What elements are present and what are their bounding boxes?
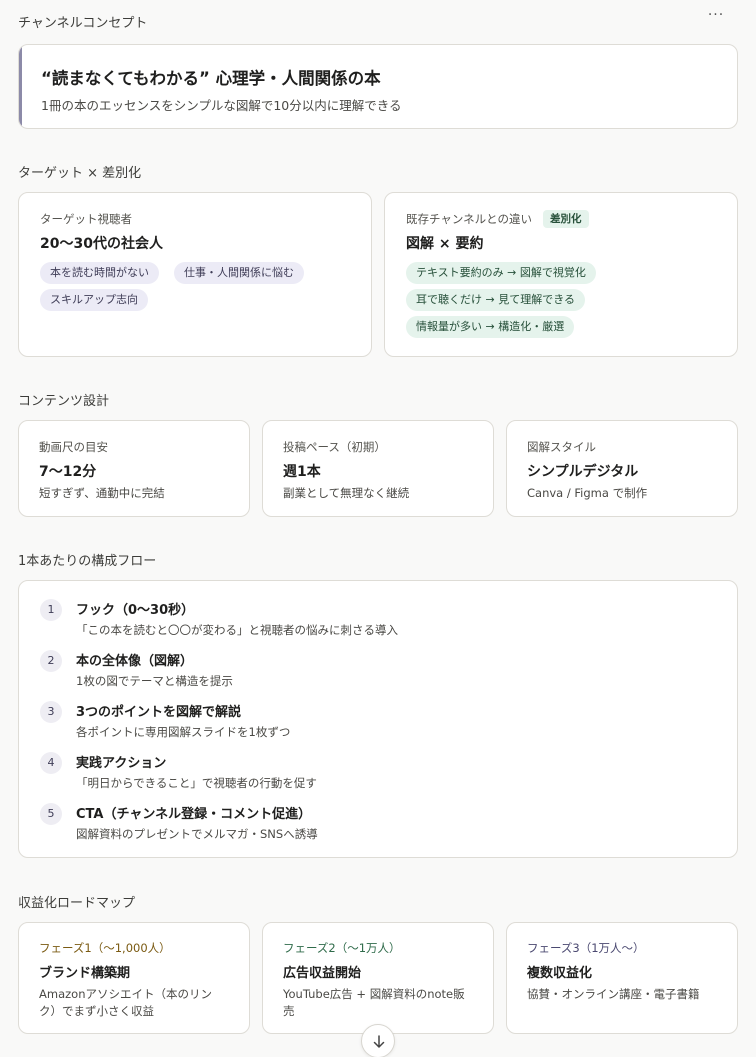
step-desc: 各ポイントに専用図解スライドを1枚ずつ: [76, 725, 291, 739]
arrow-down-icon: [373, 1035, 385, 1048]
step-number: 1: [40, 599, 62, 621]
accent-bar: [19, 45, 22, 128]
section-title-content: コンテンツ設計: [18, 394, 110, 409]
step-number: 5: [40, 803, 62, 825]
content-card-label: 動画尺の目安: [39, 440, 108, 454]
step-number: 4: [40, 752, 62, 774]
phase-title: 複数収益化: [527, 966, 593, 981]
step-title: フック（0〜30秒）: [76, 603, 195, 618]
phase-label: フェーズ3（1万人〜）: [527, 941, 645, 955]
phase-desc-line: Amazonアソシエイト（本のリン: [39, 987, 212, 1001]
content-card-label: 投稿ペース（初期）: [283, 440, 386, 454]
page: チャンネルコンセプト ··· “読まなくてもわかる” 心理学・人間関係の本 1冊…: [0, 0, 756, 1057]
phase-desc-line: YouTube広告 + 図解資料のnote販: [283, 987, 465, 1001]
phase-label: フェーズ1（〜1,000人）: [39, 941, 171, 955]
phase-card: フェーズ1（〜1,000人） ブランド構築期 Amazonアソシエイト（本のリン…: [18, 922, 250, 1034]
differentiation-card: 既存チャンネルとの違い 差別化 図解 × 要約 テキスト要約のみ → 図解で視覚…: [384, 192, 738, 357]
page-title: チャンネルコンセプト: [18, 16, 148, 31]
step-title: 実践アクション: [76, 756, 167, 771]
audience-value: 20〜30代の社会人: [40, 236, 163, 252]
phase-desc-line: 売: [283, 1004, 295, 1018]
diff-badge: 差別化: [543, 210, 589, 228]
content-card-value: 週1本: [283, 464, 321, 480]
diff-tag: 情報量が多い → 構造化・厳選: [406, 316, 575, 338]
diff-tag: テキスト要約のみ → 図解で視覚化: [406, 262, 596, 284]
concept-card: “読まなくてもわかる” 心理学・人間関係の本 1冊の本のエッセンスをシンプルな図…: [18, 44, 738, 129]
concept-subtitle: 1冊の本のエッセンスをシンプルな図解で10分以内に理解できる: [41, 98, 402, 113]
scroll-down-button[interactable]: [361, 1024, 395, 1057]
audience-tag: 本を読む時間がない: [40, 262, 159, 284]
phase-desc-line: 協賛・オンライン講座・電子書籍: [527, 987, 700, 1001]
step-desc: 「明日からできること」で視聴者の行動を促す: [76, 776, 317, 790]
more-options-button[interactable]: ···: [703, 8, 729, 28]
diff-label: 既存チャンネルとの違い: [406, 212, 533, 226]
phase-label: フェーズ2（〜1万人）: [283, 941, 401, 955]
step-title: 3つのポイントを図解で解説: [76, 705, 242, 720]
content-card-desc: 短すぎず、通勤中に完結: [39, 486, 165, 500]
content-card-label: 図解スタイル: [527, 440, 596, 454]
step-title: 本の全体像（図解）: [76, 654, 194, 669]
step-number: 3: [40, 701, 62, 723]
audience-tag: 仕事・人間関係に悩む: [174, 262, 304, 284]
phase-title: 広告収益開始: [283, 966, 362, 981]
phase-card: フェーズ3（1万人〜） 複数収益化 協賛・オンライン講座・電子書籍: [506, 922, 738, 1034]
content-card: 図解スタイル シンプルデジタル Canva / Figma で制作: [506, 420, 738, 517]
step-desc: 図解資料のプレゼントでメルマガ・SNSへ誘導: [76, 827, 318, 841]
audience-tag: スキルアップ志向: [40, 289, 148, 311]
content-card: 投稿ペース（初期） 週1本 副業として無理なく継続: [262, 420, 494, 517]
content-card: 動画尺の目安 7〜12分 短すぎず、通勤中に完結: [18, 420, 250, 517]
content-card-value: シンプルデジタル: [527, 464, 639, 480]
diff-tag: 耳で聴くだけ → 見て理解できる: [406, 289, 585, 311]
step-title: CTA（チャンネル登録・コメント促進）: [76, 807, 312, 822]
phase-desc-line: ク）でまず小さく収益: [39, 1004, 154, 1018]
section-title-target: ターゲット × 差別化: [18, 166, 142, 181]
audience-card: ターゲット視聴者 20〜30代の社会人 本を読む時間がない 仕事・人間関係に悩む…: [18, 192, 372, 357]
section-title-roadmap: 収益化ロードマップ: [18, 896, 136, 911]
step-desc: 1枚の図でテーマと構造を提示: [76, 674, 233, 688]
flow-card: 1 フック（0〜30秒） 「この本を読むと〇〇が変わる」と視聴者の悩みに刺さる導…: [18, 580, 738, 858]
step-desc: 「この本を読むと〇〇が変わる」と視聴者の悩みに刺さる導入: [76, 623, 398, 637]
diff-value: 図解 × 要約: [406, 236, 484, 252]
section-title-flow: 1本あたりの構成フロー: [18, 554, 157, 569]
phase-title: ブランド構築期: [39, 966, 131, 981]
audience-label: ターゲット視聴者: [40, 212, 132, 226]
step-number: 2: [40, 650, 62, 672]
content-card-desc: 副業として無理なく継続: [283, 486, 410, 500]
phase-card: フェーズ2（〜1万人） 広告収益開始 YouTube広告 + 図解資料のnote…: [262, 922, 494, 1034]
concept-title: “読まなくてもわかる” 心理学・人間関係の本: [41, 69, 381, 88]
content-card-desc: Canva / Figma で制作: [527, 486, 648, 500]
content-card-value: 7〜12分: [39, 464, 97, 480]
